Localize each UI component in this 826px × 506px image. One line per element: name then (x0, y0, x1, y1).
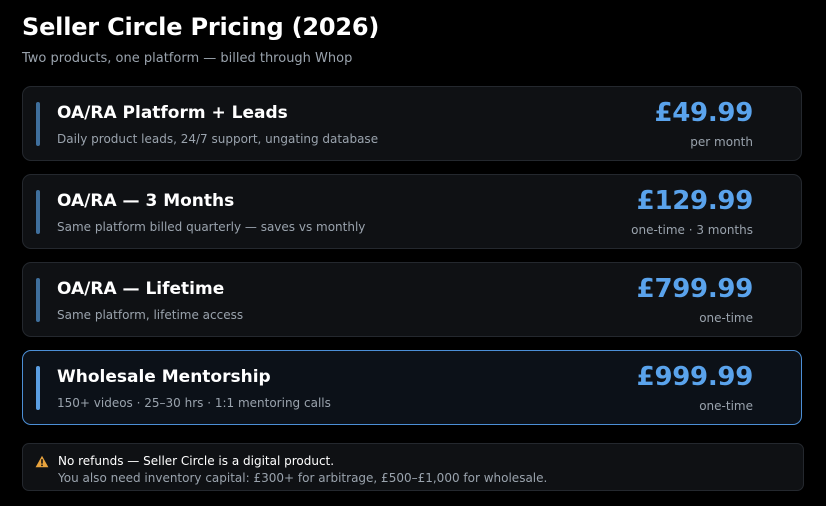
plan-price: £999.99 (636, 362, 754, 392)
plan-period: one-time (699, 399, 753, 413)
plan-description: Same platform billed quarterly — saves v… (57, 220, 366, 234)
notice-headline: No refunds — Seller Circle is a digital … (58, 454, 335, 468)
plan-price: £49.99 (654, 98, 753, 128)
plan-card-wholesale-mentorship[interactable]: Wholesale Mentorship 150+ videos · 25–30… (22, 350, 802, 425)
page-subtitle: Two products, one platform — billed thro… (22, 51, 353, 66)
card-accent-bar (36, 190, 40, 234)
card-accent-bar (36, 366, 40, 410)
plan-name: Wholesale Mentorship (57, 367, 271, 387)
plan-card-3-months[interactable]: OA/RA — 3 Months Same platform billed qu… (22, 174, 802, 249)
plan-description: Same platform, lifetime access (57, 308, 244, 322)
plan-name: OA/RA Platform + Leads (57, 103, 288, 123)
plan-card-platform-leads[interactable]: OA/RA Platform + Leads Daily product lea… (22, 86, 802, 161)
plan-name: OA/RA — Lifetime (57, 279, 225, 299)
refund-notice: No refunds — Seller Circle is a digital … (22, 443, 804, 491)
card-accent-bar (36, 278, 40, 322)
plan-name: OA/RA — 3 Months (57, 191, 235, 211)
plan-price: £129.99 (636, 186, 754, 216)
notice-detail: You also need inventory capital: £300+ f… (58, 471, 548, 485)
plan-description: 150+ videos · 25–30 hrs · 1:1 mentoring … (57, 396, 331, 410)
card-accent-bar (36, 102, 40, 146)
page-title: Seller Circle Pricing (2026) (22, 13, 380, 41)
plan-description: Daily product leads, 24/7 support, ungat… (57, 132, 379, 146)
plan-period: one-time · 3 months (631, 223, 753, 237)
plan-period: one-time (699, 311, 753, 325)
warning-icon (35, 455, 49, 468)
plan-price: £799.99 (636, 274, 754, 304)
plan-card-lifetime[interactable]: OA/RA — Lifetime Same platform, lifetime… (22, 262, 802, 337)
plan-period: per month (690, 135, 753, 149)
